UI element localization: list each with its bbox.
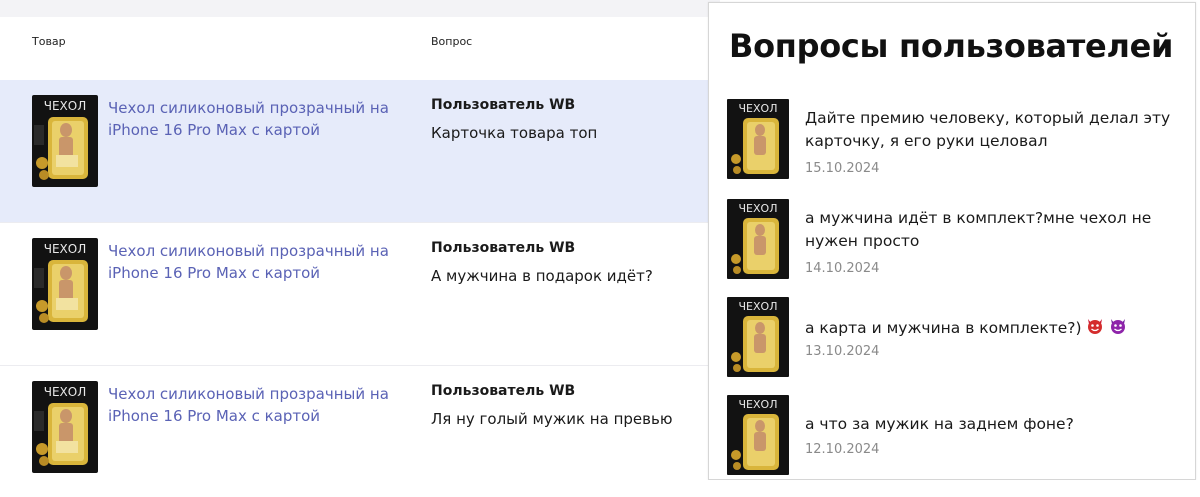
thumbnail-label: ЧЕХОЛ [44, 385, 87, 399]
question-date: 14.10.2024 [805, 261, 880, 276]
question-item[interactable]: ЧЕХОЛ Дайте премию человеку, который дел… [709, 99, 1195, 189]
question-text: Дайте премию человеку, который делал эту… [805, 109, 1171, 150]
table-top-bar [0, 0, 720, 17]
thumbnail-label: ЧЕХОЛ [739, 102, 778, 115]
thumbnail-label: ЧЕХОЛ [739, 202, 778, 215]
question-text-content: а карта и мужчина в комплекте?) [805, 319, 1082, 337]
thumbnail-label: ЧЕХОЛ [44, 99, 87, 113]
product-thumbnail[interactable]: ЧЕХОЛ [727, 199, 789, 279]
product-thumbnail[interactable]: ЧЕХОЛ [32, 238, 98, 330]
question-text: Карточка товара топ [431, 124, 598, 142]
devil-face-icon [1108, 315, 1128, 342]
table-row[interactable]: ЧЕХОЛ Чехол силиконовый прозрачный на iP… [0, 80, 720, 222]
column-header-product[interactable]: Товар [32, 35, 66, 48]
bottom-strip [0, 480, 1200, 497]
question-item[interactable]: ЧЕХОЛ а что за мужик на заднем фоне? 12.… [709, 395, 1195, 479]
product-link[interactable]: Чехол силиконовый прозрачный на iPhone 1… [108, 240, 408, 284]
product-link[interactable]: Чехол силиконовый прозрачный на iPhone 1… [108, 383, 408, 427]
thumbnail-label: ЧЕХОЛ [739, 300, 778, 313]
user-name: Пользователь WB [431, 383, 576, 399]
user-name: Пользователь WB [431, 240, 576, 256]
question-date: 15.10.2024 [805, 161, 880, 176]
user-questions-panel: Вопросы пользователей ЧЕХОЛ Дайте премию… [708, 2, 1196, 480]
table-row[interactable]: ЧЕХОЛ Чехол силиконовый прозрачный на iP… [0, 366, 720, 497]
question-text: а что за мужик на заднем фоне? [805, 415, 1074, 433]
column-header-question[interactable]: Вопрос [431, 35, 472, 48]
product-link[interactable]: Чехол силиконовый прозрачный на iPhone 1… [108, 97, 408, 141]
question-text: А мужчина в подарок идёт? [431, 267, 653, 285]
question-date: 12.10.2024 [805, 442, 880, 457]
question-text: а карта и мужчина в комплекте?) [805, 315, 1185, 342]
user-name: Пользователь WB [431, 97, 576, 113]
table-header: Товар Вопрос [0, 17, 720, 79]
thumbnail-label: ЧЕХОЛ [44, 242, 87, 256]
product-thumbnail[interactable]: ЧЕХОЛ [727, 395, 789, 475]
question-text: Ля ну голый мужик на превью [431, 410, 673, 428]
question-text: а мужчина идёт в комплект?мне чехол не н… [805, 209, 1152, 250]
question-item[interactable]: ЧЕХОЛ а карта и мужчина в комплекте?) 13… [709, 297, 1195, 387]
product-thumbnail[interactable]: ЧЕХОЛ [32, 95, 98, 187]
question-item[interactable]: ЧЕХОЛ а мужчина идёт в комплект?мне чехо… [709, 199, 1195, 289]
questions-table: Товар Вопрос ЧЕХОЛ Чехол силиконовый про… [0, 0, 720, 497]
product-thumbnail[interactable]: ЧЕХОЛ [727, 99, 789, 179]
table-row[interactable]: ЧЕХОЛ Чехол силиконовый прозрачный на iP… [0, 223, 720, 365]
question-date: 13.10.2024 [805, 344, 880, 359]
panel-title: Вопросы пользователей [729, 27, 1174, 65]
product-thumbnail[interactable]: ЧЕХОЛ [727, 297, 789, 377]
devil-face-icon [1085, 315, 1105, 342]
product-thumbnail[interactable]: ЧЕХОЛ [32, 381, 98, 473]
thumbnail-label: ЧЕХОЛ [739, 398, 778, 411]
